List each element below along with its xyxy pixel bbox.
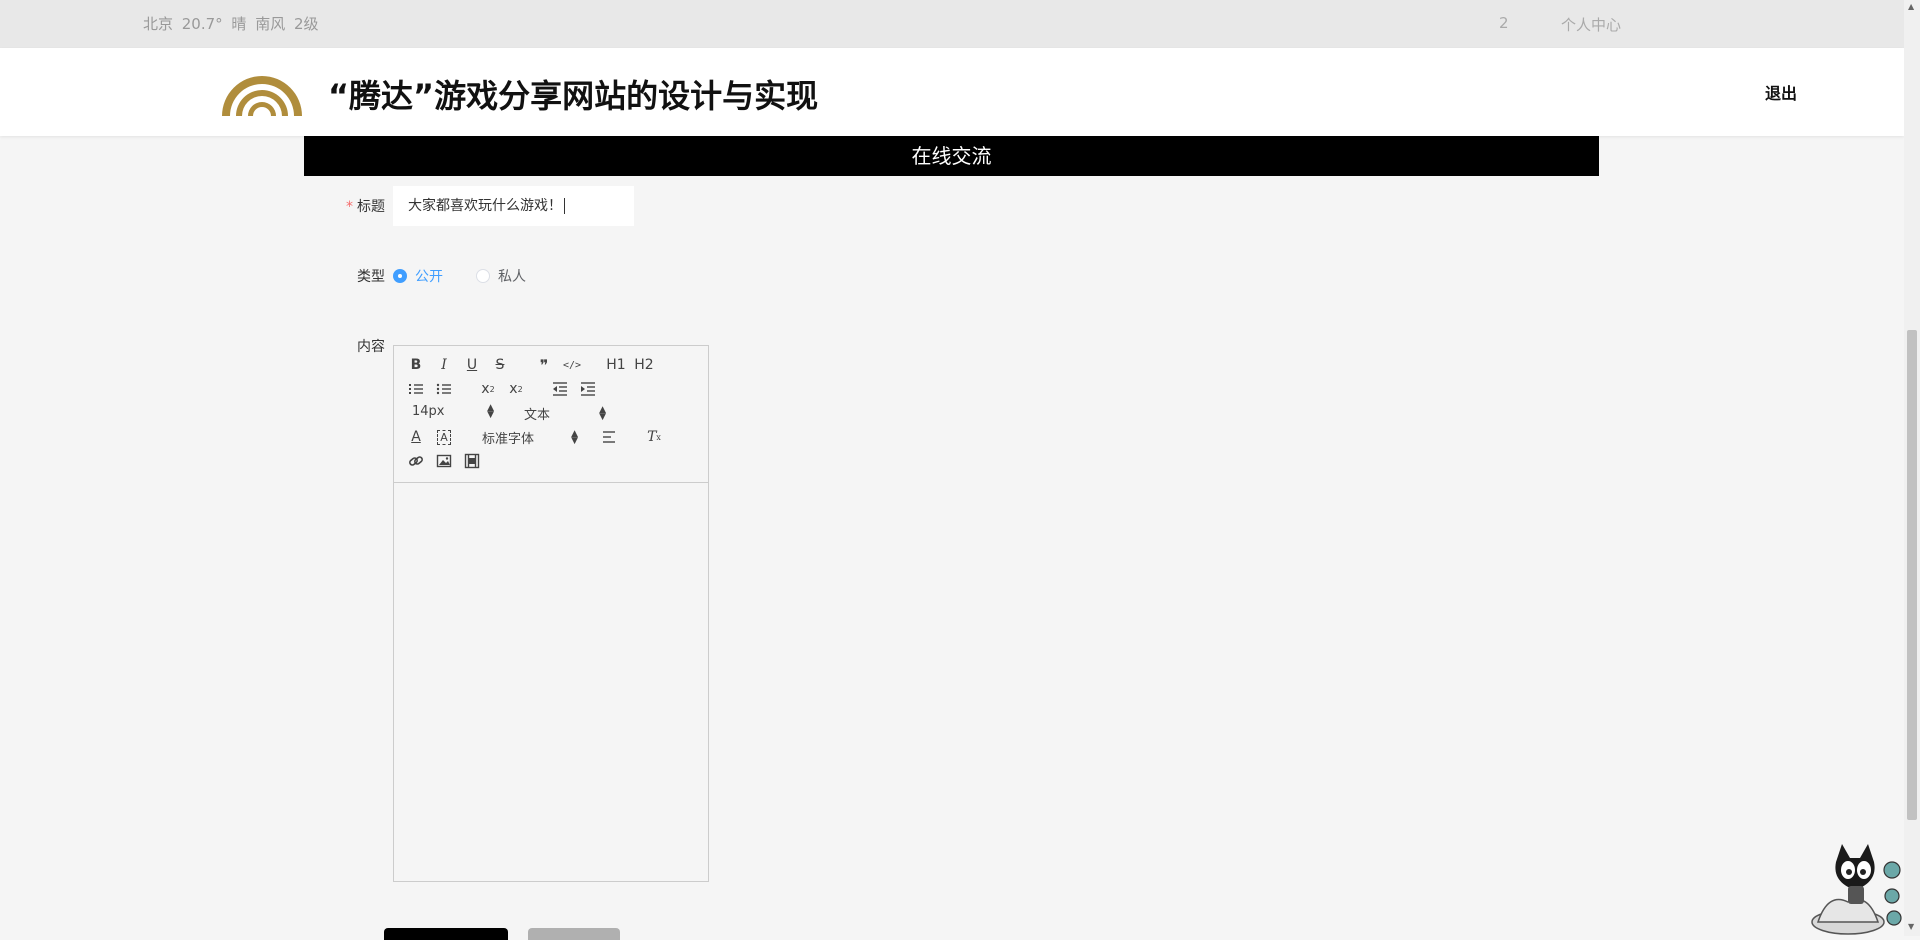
underline-button[interactable]: U [460, 354, 484, 376]
video-icon[interactable] [460, 450, 484, 472]
top-info-bar: 北京 20.7° 晴 南风 2级 2 个人中心 [0, 0, 1904, 48]
editor-content-area[interactable] [394, 483, 708, 881]
font-family-select[interactable]: 标准字体 ▲ ▼ [482, 428, 578, 447]
header2-button[interactable]: H2 [632, 354, 656, 376]
radio-dot [393, 269, 407, 283]
bold-button[interactable]: B [404, 354, 428, 376]
logout-button[interactable]: 退出 [1765, 80, 1797, 104]
subscript-icon[interactable]: x2 [476, 378, 500, 400]
blockquote-button[interactable]: ❞ [532, 354, 556, 376]
header1-button[interactable]: H1 [604, 354, 628, 376]
outdent-icon[interactable] [548, 378, 572, 400]
page-scrollbar[interactable]: ▲ ▼ [1904, 0, 1920, 936]
rich-text-editor: B I U S ❞ </> H1 H2 x2 x2 14px ▲ ▼ 文本 ▲ ▼ [393, 345, 709, 882]
title-label: * 标题 [346, 199, 385, 215]
editor-toolbar: B I U S ❞ </> H1 H2 x2 x2 14px ▲ ▼ 文本 ▲ ▼ [394, 346, 708, 483]
select-arrows-icon: ▲ ▼ [487, 402, 494, 420]
scroll-down-icon[interactable]: ▼ [1908, 922, 1914, 931]
scroll-thumb[interactable] [1907, 330, 1917, 820]
link-icon[interactable] [404, 450, 428, 472]
mascot-widget[interactable] [1808, 842, 1904, 936]
scroll-up-icon[interactable]: ▲ [1908, 2, 1914, 11]
site-title: “腾达”游戏分享网站的设计与实现 [328, 77, 819, 115]
image-icon[interactable] [432, 450, 456, 472]
ordered-list-icon[interactable] [404, 378, 428, 400]
select-arrows-icon: ▲ ▼ [571, 428, 578, 446]
reset-button[interactable] [528, 928, 620, 940]
background-color-icon[interactable]: A [432, 426, 456, 448]
text-caret [564, 198, 565, 214]
required-mark: * [346, 199, 353, 215]
radio-public[interactable]: 公开 [393, 266, 443, 286]
title-input[interactable]: 大家都喜欢玩什么游戏！ [393, 186, 634, 226]
type-label: 类型 [357, 269, 385, 285]
font-color-icon[interactable]: A [404, 426, 428, 448]
section-banner: 在线交流 [304, 136, 1599, 176]
radio-dot [476, 269, 490, 283]
italic-button[interactable]: I [432, 354, 456, 376]
content-label: 内容 [357, 339, 385, 355]
notification-count[interactable]: 2 [1499, 14, 1509, 32]
site-header: “腾达”游戏分享网站的设计与实现 退出 [0, 48, 1904, 136]
align-icon[interactable] [598, 426, 622, 448]
radio-private[interactable]: 私人 [476, 266, 526, 286]
user-center-link[interactable]: 个人中心 [1561, 14, 1621, 35]
indent-icon[interactable] [576, 378, 600, 400]
superscript-icon[interactable]: x2 [504, 378, 528, 400]
weather-info: 北京 20.7° 晴 南风 2级 [143, 15, 319, 33]
bullet-list-icon[interactable] [432, 378, 456, 400]
header-select[interactable]: 文本 ▲ ▼ [524, 404, 606, 423]
strike-button[interactable]: S [488, 354, 512, 376]
clear-format-icon[interactable]: Tx [642, 426, 666, 448]
site-logo [222, 76, 302, 116]
font-size-select[interactable]: 14px ▲ ▼ [412, 402, 494, 420]
code-block-button[interactable]: </> [560, 354, 584, 376]
submit-button[interactable] [384, 928, 508, 940]
select-arrows-icon: ▲ ▼ [599, 404, 606, 422]
